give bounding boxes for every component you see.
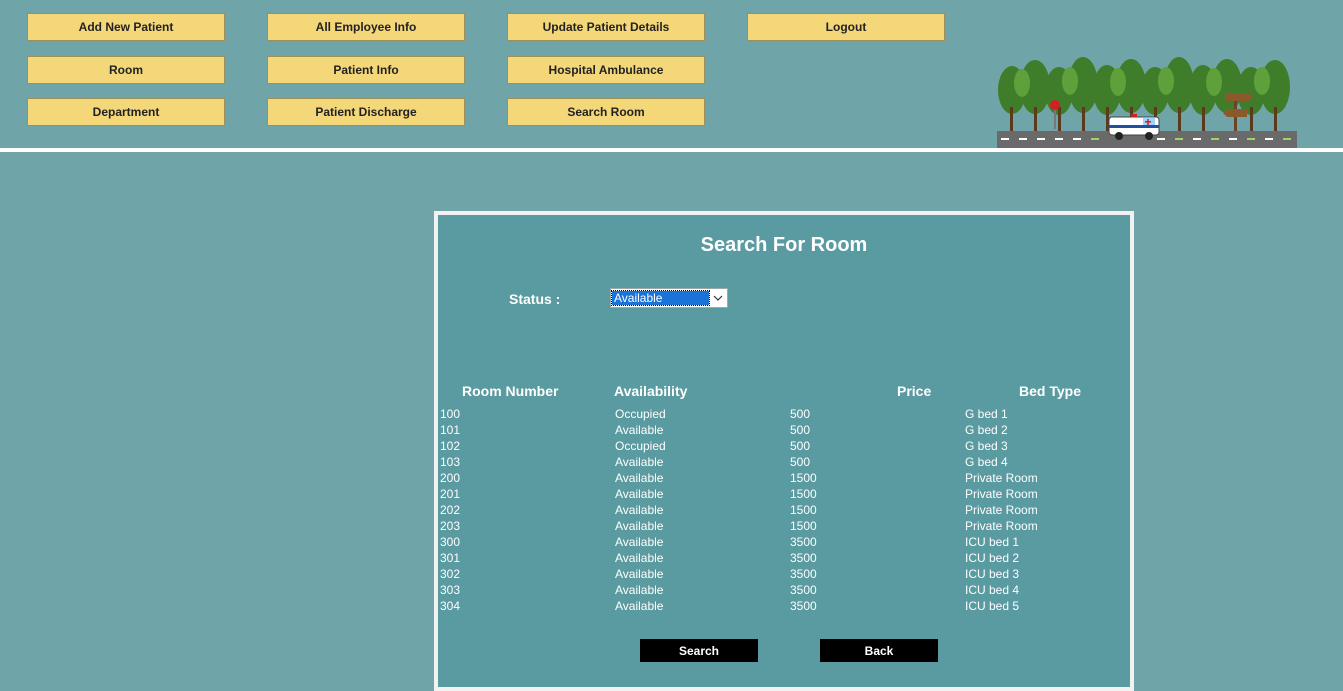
ambulance-road-trees-illustration [997,55,1297,148]
price-cell: 1500 [790,471,817,485]
price-cell: 3500 [790,583,817,597]
panel-title: Search For Room [700,234,868,256]
availability-cell: Available [615,583,664,597]
price-cell: 1500 [790,487,817,501]
room-number-cell: 202 [440,503,461,517]
patient-discharge-button[interactable]: Patient Discharge [267,98,465,126]
room-number-cell: 304 [440,599,461,613]
availability-cell: Available [615,535,664,549]
department-button[interactable]: Department [27,98,225,126]
bed-type-cell: G bed 4 [965,455,1008,469]
bed-type-cell: Private Room [965,487,1038,501]
availability-cell: Available [615,471,664,485]
all-employee-info-button[interactable]: All Employee Info [267,13,465,41]
table-row[interactable]: 101 Available 500 G bed 2 [440,422,1126,438]
table-row[interactable]: 301 Available 3500 ICU bed 2 [440,550,1126,566]
column-header-availability: Availability [614,383,688,399]
add-new-patient-button[interactable]: Add New Patient [27,13,225,41]
room-number-cell: 302 [440,567,461,581]
status-label: Status : [509,291,561,307]
price-cell: 3500 [790,599,817,613]
price-cell: 3500 [790,551,817,565]
status-selected-value: Available [611,290,710,306]
availability-cell: Available [615,519,664,533]
table-row[interactable]: 302 Available 3500 ICU bed 3 [440,566,1126,582]
room-number-cell: 102 [440,439,461,453]
bed-type-cell: Private Room [965,471,1038,485]
room-number-cell: 201 [440,487,461,501]
price-cell: 3500 [790,567,817,581]
search-button[interactable]: Search [640,639,758,662]
table-row[interactable]: 100 Occupied 500 G bed 1 [440,406,1126,422]
price-cell: 3500 [790,535,817,549]
table-row[interactable]: 303 Available 3500 ICU bed 4 [440,582,1126,598]
patient-info-button[interactable]: Patient Info [267,56,465,84]
room-button[interactable]: Room [27,56,225,84]
table-row[interactable]: 200 Available 1500 Private Room [440,470,1126,486]
room-number-cell: 301 [440,551,461,565]
bed-type-cell: G bed 3 [965,439,1008,453]
back-button[interactable]: Back [820,639,938,662]
search-room-panel: Search For Room Status : Available Room … [434,211,1134,691]
availability-cell: Available [615,503,664,517]
availability-cell: Available [615,567,664,581]
bed-type-cell: ICU bed 2 [965,551,1020,565]
price-cell: 500 [790,423,811,437]
availability-cell: Available [615,455,664,469]
logout-button[interactable]: Logout [747,13,945,41]
search-room-button[interactable]: Search Room [507,98,705,126]
update-patient-details-button[interactable]: Update Patient Details [507,13,705,41]
status-select[interactable]: Available [610,288,728,308]
bed-type-cell: G bed 1 [965,407,1008,421]
availability-cell: Available [615,423,664,437]
table-row[interactable]: 203 Available 1500 Private Room [440,518,1126,534]
column-header-room-number: Room Number [462,383,559,399]
room-table: 100 Occupied 500 G bed 1 101 Available 500 G be… [440,406,1126,614]
bed-type-cell: ICU bed 4 [965,583,1020,597]
bed-type-cell: Private Room [965,503,1038,517]
table-row[interactable]: 102 Occupied 500 G bed 3 [440,438,1126,454]
availability-cell: Occupied [615,407,666,421]
hospital-ambulance-button[interactable]: Hospital Ambulance [507,56,705,84]
price-cell: 500 [790,439,811,453]
price-cell: 500 [790,455,811,469]
header-divider [0,148,1343,152]
price-cell: 1500 [790,519,817,533]
bed-type-cell: ICU bed 3 [965,567,1020,581]
room-number-cell: 203 [440,519,461,533]
room-number-cell: 101 [440,423,461,437]
room-number-cell: 300 [440,535,461,549]
room-number-cell: 103 [440,455,461,469]
column-header-price: Price [897,383,932,399]
bed-type-cell: Private Room [965,519,1038,533]
availability-cell: Occupied [615,439,666,453]
bed-type-cell: G bed 2 [965,423,1008,437]
room-number-cell: 100 [440,407,461,421]
table-row[interactable]: 202 Available 1500 Private Room [440,502,1126,518]
column-header-bed-type: Bed Type [1019,383,1081,399]
table-row[interactable]: 201 Available 1500 Private Room [440,486,1126,502]
table-row[interactable]: 304 Available 3500 ICU bed 5 [440,598,1126,614]
table-row[interactable]: 103 Available 500 G bed 4 [440,454,1126,470]
table-row[interactable]: 300 Available 3500 ICU bed 1 [440,534,1126,550]
room-number-cell: 303 [440,583,461,597]
availability-cell: Available [615,599,664,613]
availability-cell: Available [615,551,664,565]
room-number-cell: 200 [440,471,461,485]
availability-cell: Available [615,487,664,501]
bed-type-cell: ICU bed 1 [965,535,1020,549]
chevron-down-icon[interactable] [709,289,727,307]
price-cell: 500 [790,407,811,421]
price-cell: 1500 [790,503,817,517]
bed-type-cell: ICU bed 5 [965,599,1020,613]
